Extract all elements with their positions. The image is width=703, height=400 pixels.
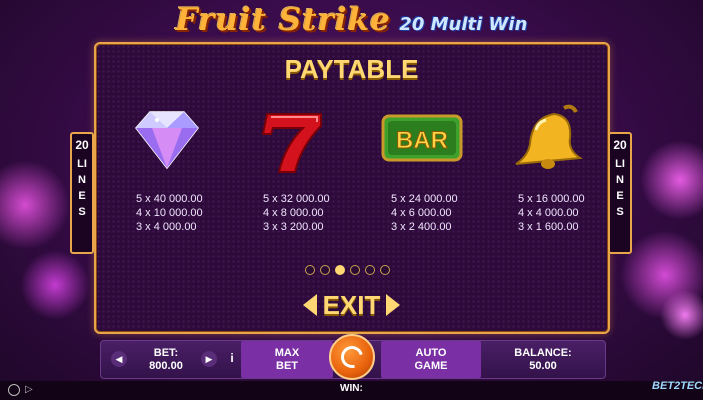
auto-game-button[interactable]: AUTO GAME xyxy=(381,341,481,378)
paytable-title: PAYTABLE xyxy=(284,54,419,84)
paytable-entry-seven: 5 x 32 000.00 4 x 8 000.00 3 x 3 200.00 xyxy=(263,192,353,234)
pay-line: 4 x 4 000.00 xyxy=(518,207,579,219)
page-dot[interactable] xyxy=(380,265,390,275)
arrow-right-icon[interactable] xyxy=(386,294,401,316)
info-button[interactable]: i xyxy=(225,351,239,367)
lines-number: 20 xyxy=(613,138,627,152)
paytable-entry-diamond: 5 x 40 000.00 4 x 10 000.00 3 x 4 000.00 xyxy=(136,192,226,234)
background-bokeh xyxy=(640,140,703,220)
balance-display: BALANCE: 50.00 xyxy=(481,341,605,378)
paytable-entry-bar: 5 x 24 000.00 4 x 6 000.00 3 x 2 400.00 xyxy=(391,192,481,234)
page-dot-active[interactable] xyxy=(335,265,345,275)
spin-button[interactable] xyxy=(329,334,375,380)
bell-icon xyxy=(506,100,596,180)
bet-decrease-button[interactable]: ◀ xyxy=(111,351,127,367)
max-bet-label[interactable]: MAX BET xyxy=(267,347,307,373)
lines-indicator-right: 20 LINES xyxy=(608,132,632,254)
pay-line: 5 x 24 000.00 xyxy=(391,193,458,205)
lines-number: 20 xyxy=(75,138,89,152)
logo-main-text: Fruit Strike xyxy=(175,2,391,38)
diamond-icon xyxy=(122,100,212,180)
brand-logo: BET2TECH xyxy=(652,380,703,392)
auto-game-label[interactable]: AUTO GAME xyxy=(409,347,453,373)
balance-label: BALANCE: xyxy=(514,346,572,359)
exit-button[interactable]: EXIT xyxy=(284,288,419,322)
page-dot[interactable] xyxy=(305,265,315,275)
bet-value: 800.00 xyxy=(149,359,183,372)
game-logo: Fruit Strike 20 Multi Win xyxy=(0,2,703,42)
lines-indicator-left: 20 LINES xyxy=(70,132,94,254)
pay-line: 3 x 1 600.00 xyxy=(518,221,579,233)
sound-icon[interactable] xyxy=(8,384,20,396)
pay-line: 5 x 40 000.00 xyxy=(136,193,203,205)
background-bokeh xyxy=(0,160,70,250)
lines-word: LINES xyxy=(615,158,625,218)
page-indicator xyxy=(305,265,390,275)
arrow-left-icon[interactable] xyxy=(302,294,317,316)
bar-icon: BAR xyxy=(377,100,467,180)
pay-line: 3 x 4 000.00 xyxy=(136,221,197,233)
pay-line: 5 x 32 000.00 xyxy=(263,193,330,205)
bar-icon-label: BAR xyxy=(396,127,448,154)
background-bokeh xyxy=(660,290,703,340)
background-bokeh xyxy=(20,250,90,320)
pay-line: 3 x 3 200.00 xyxy=(263,221,324,233)
pay-line: 5 x 16 000.00 xyxy=(518,193,585,205)
paytable-entry-bell: 5 x 16 000.00 4 x 4 000.00 3 x 1 600.00 xyxy=(518,192,608,234)
page-dot[interactable] xyxy=(350,265,360,275)
bet-label: BET: xyxy=(153,346,179,359)
bet-increase-button[interactable]: ▶ xyxy=(201,351,217,367)
pay-line: 4 x 10 000.00 xyxy=(136,207,203,219)
exit-label[interactable]: EXIT xyxy=(323,290,381,321)
background-bokeh xyxy=(620,230,703,320)
balance-value: 50.00 xyxy=(529,359,557,372)
page-dot[interactable] xyxy=(320,265,330,275)
fast-forward-icon[interactable]: ▷ xyxy=(25,384,33,395)
win-label: WIN: xyxy=(340,383,363,394)
max-bet-button[interactable]: MAX BET xyxy=(241,341,333,378)
page-dot[interactable] xyxy=(365,265,375,275)
logo-sub-text: 20 Multi Win xyxy=(399,14,528,35)
bet-display: BET: 800.00 xyxy=(131,341,201,378)
pay-line: 4 x 6 000.00 xyxy=(391,207,452,219)
lines-word: LINES xyxy=(77,158,87,218)
seven-icon xyxy=(249,100,339,180)
pay-line: 3 x 2 400.00 xyxy=(391,221,452,233)
pay-line: 4 x 8 000.00 xyxy=(263,207,324,219)
spin-icon[interactable] xyxy=(336,341,368,373)
